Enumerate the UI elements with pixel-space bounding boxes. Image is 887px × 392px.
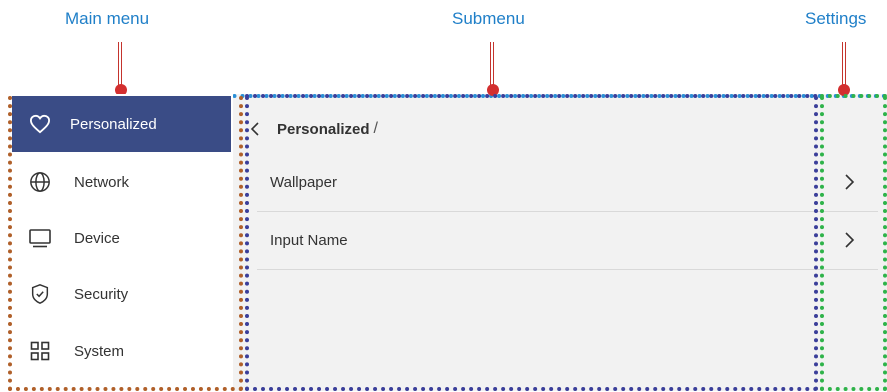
callout-settings: Settings: [805, 9, 867, 28]
settings-region-top: [820, 94, 887, 98]
callout-submenu: Submenu: [452, 9, 525, 28]
callout-leader-main-menu: [118, 42, 122, 86]
submenu-region-outline: [245, 96, 818, 391]
settings-region-outline: [820, 96, 887, 391]
callout-main-menu: Main menu: [65, 9, 150, 28]
main-menu-region-outline: [8, 96, 243, 391]
callout-leader-settings: [842, 42, 846, 86]
callout-leader-submenu: [490, 42, 494, 86]
submenu-region-top: [245, 94, 818, 98]
